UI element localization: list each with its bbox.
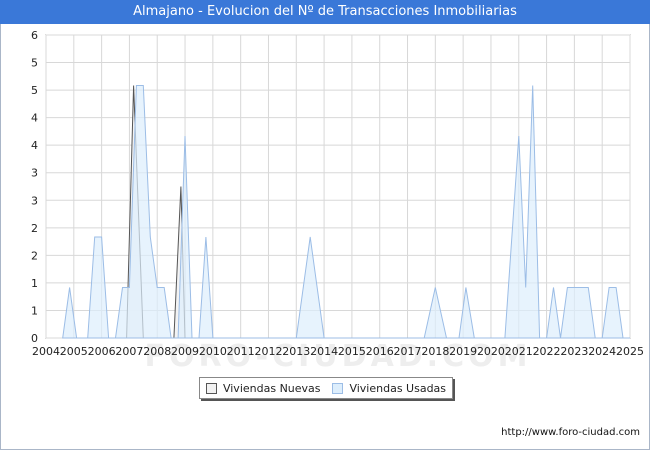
legend-item-usadas: Viviendas Usadas	[332, 382, 446, 395]
y-tick-label: 4	[31, 112, 38, 125]
legend-swatch-usadas	[332, 382, 344, 394]
y-tick-label: 3	[31, 194, 38, 207]
x-tick-label: 2008	[143, 345, 171, 358]
x-tick-label: 2025	[616, 345, 644, 358]
x-tick-label: 2004	[32, 345, 60, 358]
y-tick-label: 5	[31, 57, 38, 70]
x-tick-label: 2017	[394, 345, 422, 358]
legend-label-nuevas: Viviendas Nuevas	[222, 381, 321, 395]
x-tick-label: 2019	[449, 345, 477, 358]
x-tick-label: 2020	[477, 345, 505, 358]
x-tick-label: 2010	[199, 345, 227, 358]
legend-item-nuevas: Viviendas Nuevas	[205, 381, 321, 395]
x-tick-label: 2024	[588, 345, 616, 358]
y-tick-label: 1	[31, 304, 38, 317]
x-tick-label: 2016	[366, 345, 394, 358]
x-tick-label: 2009	[171, 345, 199, 358]
y-tick-label: 2	[31, 222, 38, 235]
x-tick-label: 2014	[310, 345, 338, 358]
x-tick-label: 2022	[533, 345, 561, 358]
x-tick-label: 2006	[88, 345, 116, 358]
y-tick-label: 4	[31, 139, 38, 152]
y-tick-label: 5	[31, 84, 38, 97]
x-tick-label: 2018	[421, 345, 449, 358]
y-tick-label: 6	[31, 29, 38, 42]
y-tick-label: 0	[31, 332, 38, 345]
x-tick-label: 2013	[282, 345, 310, 358]
x-tick-label: 2011	[227, 345, 255, 358]
x-tick-label: 2015	[338, 345, 366, 358]
x-tick-label: 2023	[560, 345, 588, 358]
y-tick-label: 1	[31, 277, 38, 290]
x-tick-label: 2007	[115, 345, 143, 358]
footer-url: http://www.foro-ciudad.com	[501, 427, 640, 438]
legend-label-usadas: Viviendas Usadas	[349, 381, 447, 395]
x-tick-label: 2012	[254, 345, 282, 358]
legend-swatch-nuevas	[205, 382, 217, 394]
y-tick-label: 3	[31, 167, 38, 180]
x-tick-label: 2005	[60, 345, 88, 358]
x-tick-label: 2021	[505, 345, 533, 358]
legend: Viviendas Nuevas Viviendas Usadas	[199, 377, 453, 399]
y-tick-label: 2	[31, 249, 38, 262]
